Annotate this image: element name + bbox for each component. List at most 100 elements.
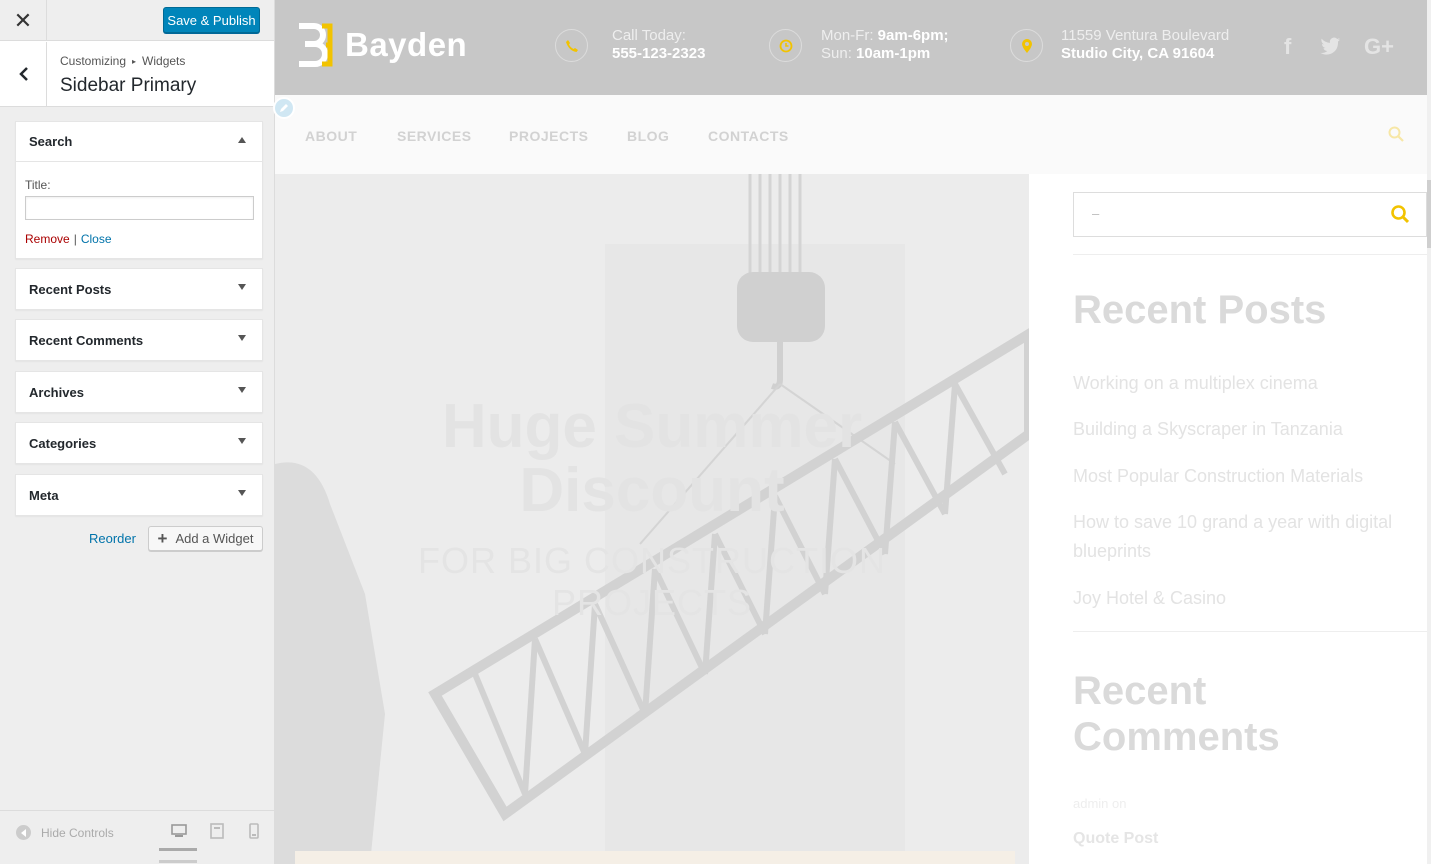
chevron-left-icon	[19, 67, 28, 81]
nav-search-icon[interactable]	[1388, 126, 1404, 142]
hero-title: Huge Summer Discount	[441, 392, 863, 525]
phone-icon	[555, 29, 588, 62]
desktop-preview-icon[interactable]	[171, 823, 187, 839]
nav-contacts[interactable]: CONTACTS	[708, 128, 789, 144]
sidebar-search-placeholder: –	[1092, 206, 1100, 221]
section-title-bar: Customizing ▸ Widgets Sidebar Primary	[0, 41, 274, 107]
widget-body-search: Title: Remove | Close	[16, 162, 262, 258]
recent-posts-heading: Recent Posts	[1073, 288, 1327, 332]
recent-post-link[interactable]: How to save 10 grand a year with digital…	[1073, 508, 1427, 566]
close-customizer-button[interactable]: ✕	[0, 0, 47, 41]
preview-scrollbar-thumb[interactable]	[1427, 180, 1431, 248]
twitter-icon[interactable]	[1320, 37, 1341, 55]
sidebar-search-icon[interactable]	[1391, 205, 1409, 224]
recent-post-link[interactable]: Most Popular Construction Materials	[1073, 462, 1427, 491]
sidebar-search-field[interactable]: –	[1073, 192, 1427, 237]
device-indicator-shadow	[159, 860, 197, 863]
google-plus-icon[interactable]: G+	[1364, 34, 1394, 60]
comment-meta: admin on	[1073, 796, 1127, 811]
widget-meta[interactable]: Meta	[15, 474, 263, 516]
map-pin-icon	[1010, 29, 1043, 62]
bottom-strip	[295, 851, 1015, 864]
widget-title: Recent Comments	[29, 332, 144, 348]
address-line2: Studio City, CA 91604	[1061, 45, 1215, 62]
widget-title: Categories	[29, 435, 97, 451]
site-preview: Bayden Call Today: 555-123-2323 Mon-Fr: …	[273, 0, 1431, 864]
collapse-arrow-icon[interactable]	[238, 137, 246, 143]
save-publish-button[interactable]: Save & Publish	[163, 7, 260, 33]
breadcrumb: Customizing ▸ Widgets	[60, 54, 185, 68]
recent-post-link[interactable]: Joy Hotel & Casino	[1073, 584, 1427, 613]
close-icon: ✕	[13, 7, 33, 33]
call-info: Call Today: 555-123-2323	[555, 27, 705, 63]
site-topbar: Bayden Call Today: 555-123-2323 Mon-Fr: …	[275, 0, 1427, 95]
widget-archives[interactable]: Archives	[15, 371, 263, 413]
logo-mark-icon	[299, 23, 333, 67]
hours-sunday-value: 10am-1pm	[856, 45, 931, 62]
clock-icon	[769, 29, 802, 62]
preview-scrollbar[interactable]	[1427, 0, 1431, 864]
nav-blog[interactable]: BLOG	[627, 128, 669, 144]
back-button[interactable]	[2, 42, 47, 106]
plus-icon: +	[157, 529, 168, 548]
site-logo[interactable]: Bayden	[296, 22, 467, 68]
breadcrumb-separator: ▸	[132, 57, 137, 66]
widget-title: Search	[29, 134, 73, 149]
add-widget-label: Add a Widget	[175, 531, 254, 546]
nav-about[interactable]: ABOUT	[305, 128, 357, 144]
hours-weekday-value: 9am-6pm;	[877, 27, 949, 44]
widget-actions: Remove | Close	[25, 232, 253, 246]
section-title: Sidebar Primary	[60, 75, 197, 96]
address-line1: 11559 Ventura Boulevard	[1061, 27, 1230, 44]
title-field[interactable]	[25, 196, 254, 220]
widget-categories[interactable]: Categories	[15, 422, 263, 464]
tablet-preview-icon[interactable]	[210, 823, 224, 839]
hero-slider: Huge Summer Discount FOR BIG CONSTRUCTIO…	[275, 174, 1029, 864]
expand-arrow-icon[interactable]	[238, 335, 246, 341]
nav-projects[interactable]: PROJECTS	[509, 128, 588, 144]
widget-recent-posts[interactable]: Recent Posts	[15, 268, 263, 310]
hide-controls-button[interactable]: Hide Controls	[16, 825, 114, 840]
actions-separator: |	[73, 232, 77, 246]
widget-header-search[interactable]: Search	[16, 122, 262, 162]
hide-controls-label: Hide Controls	[41, 825, 114, 840]
facebook-icon[interactable]: f	[1284, 34, 1291, 60]
widget-recent-comments[interactable]: Recent Comments	[15, 319, 263, 361]
close-link[interactable]: Close	[81, 232, 112, 246]
comment-post-link[interactable]: Quote Post	[1073, 830, 1158, 848]
call-label: Call Today:	[612, 27, 686, 44]
hours-weekday-label: Mon-Fr:	[821, 27, 874, 44]
sidebar-divider	[1073, 254, 1427, 255]
add-widget-button[interactable]: + Add a Widget	[148, 526, 263, 551]
widget-title: Meta	[29, 487, 59, 503]
hero-subtitle: FOR BIG CONSTRUCTION PROJECTS	[418, 540, 886, 623]
brand-name: Bayden	[345, 26, 468, 63]
sidebar-divider	[1073, 631, 1427, 632]
active-device-indicator	[159, 848, 197, 851]
customizer-panel: ✕ Save & Publish Customizing ▸ Widgets Sid…	[0, 0, 275, 864]
recent-comments-heading: Recent Comments	[1073, 669, 1280, 759]
nav-services[interactable]: SERVICES	[397, 128, 472, 144]
expand-arrow-icon[interactable]	[238, 490, 246, 496]
widget-search: Search Title: Remove | Close	[15, 121, 263, 259]
reorder-link[interactable]: Reorder	[89, 531, 136, 546]
collapse-circle-icon	[16, 825, 31, 840]
expand-arrow-icon[interactable]	[238, 284, 246, 290]
breadcrumb-customizing: Customizing	[60, 54, 127, 68]
address-info: 11559 Ventura Boulevard Studio City, CA …	[1010, 27, 1229, 63]
customizer-footer: Hide Controls	[0, 810, 274, 864]
recent-post-link[interactable]: Working on a multiplex cinema	[1073, 369, 1427, 398]
remove-link[interactable]: Remove	[25, 232, 70, 246]
recent-post-link[interactable]: Building a Skyscraper in Tanzania	[1073, 415, 1427, 444]
hours-info: Mon-Fr: 9am-6pm; Sun: 10am-1pm	[769, 27, 949, 63]
widget-title: Recent Posts	[29, 281, 112, 297]
call-number[interactable]: 555-123-2323	[612, 45, 705, 62]
mobile-preview-icon[interactable]	[249, 823, 259, 839]
expand-arrow-icon[interactable]	[238, 387, 246, 393]
widget-title: Archives	[29, 384, 84, 400]
expand-arrow-icon[interactable]	[238, 438, 246, 444]
hours-sunday-label: Sun:	[821, 45, 852, 62]
title-field-label: Title:	[25, 178, 51, 192]
edit-shortcut-pencil-icon[interactable]	[273, 97, 295, 119]
customizer-header: ✕ Save & Publish	[0, 0, 274, 41]
